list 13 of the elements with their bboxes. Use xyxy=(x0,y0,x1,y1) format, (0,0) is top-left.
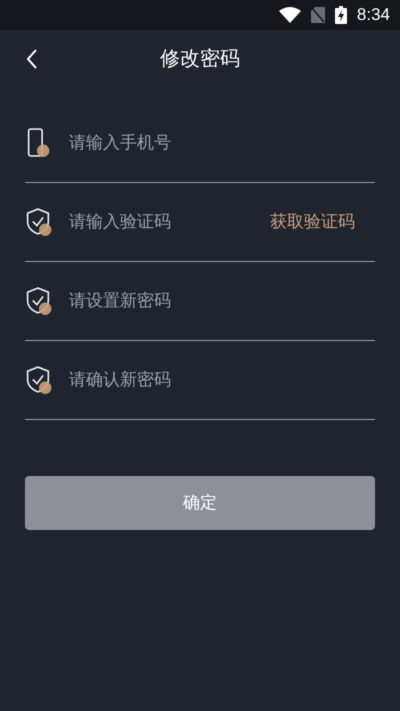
no-sim-icon xyxy=(310,7,325,23)
input-field[interactable]: 请设置新密码 xyxy=(69,288,375,314)
battery-charging-icon xyxy=(334,6,347,24)
shield-check-icon xyxy=(25,365,53,395)
input-field[interactable]: 请输入手机号 xyxy=(69,130,375,156)
shield-check-icon xyxy=(25,286,53,316)
input-field[interactable]: 请输入验证码 xyxy=(69,209,270,235)
input-field[interactable]: 请确认新密码 xyxy=(69,367,375,393)
get-code-button[interactable]: 获取验证码 xyxy=(270,209,355,235)
shield-check-icon xyxy=(25,207,53,237)
status-time: 8:34 xyxy=(356,4,390,26)
page-title: 修改密码 xyxy=(160,47,240,72)
wifi-icon xyxy=(278,7,301,23)
